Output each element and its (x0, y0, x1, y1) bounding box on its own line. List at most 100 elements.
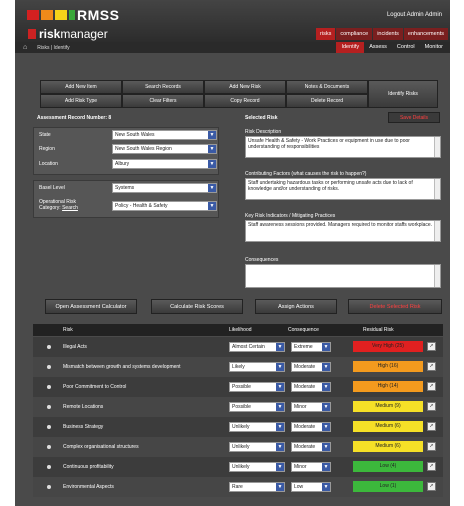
consequence-select[interactable]: Minor ▼ (291, 402, 331, 412)
table-row[interactable]: Continuous profitability Unlikely ▼ Minor ▼ L… (33, 457, 443, 477)
operational-value: Policy - Health & Safety (115, 203, 168, 209)
home-icon[interactable]: ⌂ (23, 44, 27, 51)
row-bullet-icon[interactable] (47, 405, 51, 409)
subtab-assess[interactable]: Assess (364, 42, 392, 53)
logo-bar-green (69, 10, 75, 20)
residual-risk-badge: Medium (6) (353, 441, 423, 452)
table-row[interactable]: Business Strategy Unlikely ▼ Moderate ▼ Mediu… (33, 417, 443, 437)
add-risk-type-button[interactable]: Add Risk Type (40, 94, 122, 108)
location-select[interactable]: Albury ▼ (112, 159, 217, 169)
row-bullet-icon[interactable] (47, 365, 51, 369)
delete-selected-risk-button[interactable]: Delete Selected Risk (348, 299, 442, 314)
contributing-factors-field[interactable]: Staff undertaking hazardous tasks or per… (245, 178, 441, 200)
chevron-down-icon: ▼ (276, 403, 284, 411)
consequence-select[interactable]: Moderate ▼ (291, 382, 331, 392)
scrollbar[interactable] (434, 137, 440, 157)
consequences-field[interactable] (245, 264, 441, 288)
breadcrumb: Risks | Identify (37, 44, 70, 51)
row-bullet-icon[interactable] (47, 345, 51, 349)
scrollbar[interactable] (434, 221, 440, 241)
table-row[interactable]: Complex organisational structures Unlikel… (33, 437, 443, 457)
add-new-risk-button[interactable]: Add New Risk (204, 80, 286, 94)
state-value: New South Wales (115, 132, 155, 138)
table-row[interactable]: Illegal Acts Almost Certain ▼ Extreme ▼ Very … (33, 337, 443, 357)
residual-risk-badge: Medium (6) (353, 421, 423, 432)
logout-link[interactable]: Logout Admin Admin (387, 12, 442, 18)
logo-bar-yellow (55, 10, 67, 20)
assign-actions-button[interactable]: Assign Actions (255, 299, 337, 314)
residual-risk-badge: High (16) (353, 361, 423, 372)
likelihood-select[interactable]: Almost Certain ▼ (229, 342, 285, 352)
tab-enhancements[interactable]: enhancements (403, 28, 448, 40)
likelihood-select[interactable]: Unlikely ▼ (229, 442, 285, 452)
calculate-risk-scores-button[interactable]: Calculate Risk Scores (151, 299, 243, 314)
likelihood-select[interactable]: Unlikely ▼ (229, 462, 285, 472)
scrollbar[interactable] (434, 179, 440, 199)
view-icon[interactable]: ➚ (427, 422, 436, 431)
view-icon[interactable]: ➚ (427, 382, 436, 391)
likelihood-select[interactable]: Likely ▼ (229, 362, 285, 372)
view-icon[interactable]: ➚ (427, 442, 436, 451)
table-row[interactable]: Remote Locations Possible ▼ Minor ▼ Medium (9… (33, 397, 443, 417)
row-bullet-icon[interactable] (47, 485, 51, 489)
search-records-button[interactable]: Search Records (122, 80, 204, 94)
consequence-value: Moderate (294, 364, 316, 370)
consequence-select[interactable]: Minor ▼ (291, 462, 331, 472)
region-value: New South Wales Region (115, 146, 172, 152)
save-details-button[interactable]: Save Details (388, 112, 440, 123)
chevron-down-icon: ▼ (322, 403, 330, 411)
risk-description-field[interactable]: Unsafe Health & Safety - Work Practices … (245, 136, 441, 158)
tab-risks[interactable]: risks (316, 28, 336, 40)
add-new-item-button[interactable]: Add New Item (40, 80, 122, 94)
subtab-identify[interactable]: Identify (336, 42, 365, 53)
location-value: Albury (115, 161, 130, 167)
chevron-down-icon: ▼ (208, 160, 216, 168)
table-row[interactable]: Mismatch between growth and systems deve… (33, 357, 443, 377)
chevron-down-icon: ▼ (322, 363, 330, 371)
view-icon[interactable]: ➚ (427, 362, 436, 371)
table-row[interactable]: Poor Commitment to Control Possible ▼ Moder… (33, 377, 443, 397)
likelihood-select[interactable]: Unlikely ▼ (229, 422, 285, 432)
kri-field[interactable]: Staff awareness sessions provided. Manag… (245, 220, 441, 242)
tab-compliance[interactable]: compliance (336, 28, 373, 40)
clear-filters-button[interactable]: Clear Filters (122, 94, 204, 108)
view-icon[interactable]: ➚ (427, 402, 436, 411)
consequence-select[interactable]: Moderate ▼ (291, 442, 331, 452)
state-select[interactable]: New South Wales ▼ (112, 130, 217, 140)
row-bullet-icon[interactable] (47, 385, 51, 389)
likelihood-select[interactable]: Possible ▼ (229, 382, 285, 392)
basel-select[interactable]: Systems ▼ (112, 183, 217, 193)
delete-record-button[interactable]: Delete Record (286, 94, 368, 108)
view-icon[interactable]: ➚ (427, 482, 436, 491)
consequence-select[interactable]: Low ▼ (291, 482, 331, 492)
likelihood-value: Possible (232, 384, 251, 390)
view-icon[interactable]: ➚ (427, 342, 436, 351)
search-link[interactable]: Search (62, 205, 78, 211)
identify-risks-button[interactable]: Identify Risks (368, 80, 438, 108)
view-icon[interactable]: ➚ (427, 462, 436, 471)
tab-incidents[interactable]: incidents (373, 28, 403, 40)
subtab-control[interactable]: Control (392, 42, 420, 53)
likelihood-value: Unlikely (232, 444, 250, 450)
row-bullet-icon[interactable] (47, 465, 51, 469)
copy-record-button[interactable]: Copy Record (204, 94, 286, 108)
header-consequence: Consequence (288, 327, 319, 333)
consequence-select[interactable]: Moderate ▼ (291, 362, 331, 372)
consequence-select[interactable]: Moderate ▼ (291, 422, 331, 432)
region-select[interactable]: New South Wales Region ▼ (112, 144, 217, 154)
risk-description-text: Unsafe Health & Safety - Work Practices … (248, 138, 410, 150)
likelihood-select[interactable]: Rare ▼ (229, 482, 285, 492)
subtab-monitor[interactable]: Monitor (420, 42, 448, 53)
consequence-select[interactable]: Extreme ▼ (291, 342, 331, 352)
selected-risk-title: Selected Risk (245, 115, 278, 121)
row-bullet-icon[interactable] (47, 445, 51, 449)
likelihood-select[interactable]: Possible ▼ (229, 402, 285, 412)
open-assessment-calculator-button[interactable]: Open Assessment Calculator (45, 299, 137, 314)
consequence-value: Moderate (294, 424, 316, 430)
scrollbar[interactable] (434, 265, 440, 287)
row-bullet-icon[interactable] (47, 425, 51, 429)
notes-documents-button[interactable]: Notes & Documents (286, 80, 368, 94)
operational-select[interactable]: Policy - Health & Safety ▼ (112, 201, 217, 211)
table-row[interactable]: Environmental Aspects Rare ▼ Low ▼ Low (1) ➚ (33, 477, 443, 497)
likelihood-value: Almost Certain (232, 344, 265, 350)
